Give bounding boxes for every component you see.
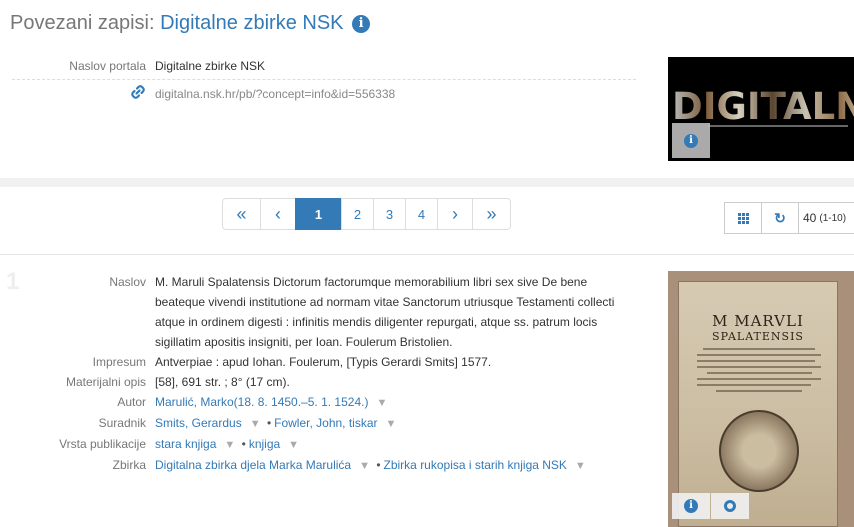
filter-icon[interactable]: ▼	[386, 414, 397, 434]
book-cover-thumbnail[interactable]: M MARVLI SPALATENSIS i	[668, 271, 854, 527]
thumbnail-info-button[interactable]: i	[672, 123, 710, 158]
filter-icon[interactable]: ▼	[575, 456, 586, 476]
last-page-button[interactable]: »	[472, 198, 511, 230]
field-suradnik: Suradnik Smits, Gerardus ▼ • Fowler, John,…	[12, 413, 636, 434]
field-label: Suradnik	[98, 416, 146, 430]
separator: •	[241, 437, 246, 451]
link-icon-cell	[12, 84, 155, 106]
info-icon[interactable]: i	[352, 15, 371, 33]
type-link[interactable]: stara knjiga	[155, 437, 216, 451]
result-toolbar: ↻ 40 (1-10)	[724, 202, 854, 234]
target-icon	[724, 500, 736, 512]
filter-icon[interactable]: ▼	[250, 414, 261, 434]
separator: •	[266, 416, 272, 430]
field-value: Antverpiae : apud Iohan. Foulerum, [Typi…	[155, 355, 492, 369]
divider	[0, 254, 854, 255]
refresh-icon: ↻	[774, 209, 786, 226]
field-label: Naslov	[109, 275, 146, 289]
result-count-value: 40	[803, 211, 817, 225]
field-label: Vrsta publikacije	[59, 437, 146, 451]
info-icon: i	[684, 499, 698, 513]
portal-title-row: Naslov portala Digitalne zbirke NSK	[12, 56, 636, 80]
filter-icon[interactable]: ▼	[288, 435, 299, 455]
page-3-button[interactable]: 3	[373, 198, 406, 230]
filter-icon[interactable]: ▼	[224, 435, 235, 455]
info-icon: i	[684, 133, 698, 148]
digitalna-logo: DIGITALNA	[672, 85, 854, 128]
collection-link[interactable]: Zbirka rukopisa i starih knjiga NSK	[384, 458, 567, 472]
grid-view-button[interactable]	[724, 202, 762, 234]
pagination: « ‹ 1 2 3 4 › »	[222, 198, 511, 230]
field-materijalni-opis: Materijalni opis [58], 691 str. ; 8° (17…	[12, 372, 636, 392]
page-2-button[interactable]: 2	[341, 198, 374, 230]
grid-icon	[737, 212, 749, 224]
digitalna-thumbnail[interactable]: DIGITALNA i	[668, 57, 854, 161]
portal-url[interactable]: digitalna.nsk.hr/pb/?concept=info&id=556…	[155, 84, 636, 106]
record-fields: Naslov M. Maruli Spalatensis Dictorum fa…	[12, 272, 636, 476]
author-link[interactable]: Marulić, Marko(18. 8. 1450.–5. 1. 1524.)	[155, 395, 368, 409]
field-label: Materijalni opis	[65, 375, 146, 389]
field-value: M. Maruli Spalatensis Dictorum factorumq…	[155, 275, 615, 349]
field-vrsta-publikacije: Vrsta publikacije stara knjiga ▼ • knjiga ▼	[12, 434, 636, 455]
contributor-link[interactable]: Smits, Gerardus	[155, 416, 242, 430]
section-divider	[0, 178, 854, 187]
first-page-button[interactable]: «	[222, 198, 261, 230]
cover-view-button[interactable]	[711, 493, 749, 519]
book-text-lines	[697, 348, 821, 396]
type-link[interactable]: knjiga	[249, 437, 280, 451]
prev-page-button[interactable]: ‹	[260, 198, 296, 230]
field-label: Zbirka	[112, 458, 146, 472]
link-icon[interactable]	[130, 85, 146, 103]
portal-title-value: Digitalne zbirke NSK	[155, 59, 266, 73]
info-icon-wrap: i	[684, 499, 698, 513]
field-autor: Autor Marulić, Marko(18. 8. 1450.–5. 1. …	[12, 392, 636, 413]
separator: •	[376, 458, 381, 472]
portal-title-label: Naslov portala	[69, 59, 146, 73]
field-label: Impresum	[92, 355, 146, 369]
contributor-link[interactable]: Fowler, John, tiskar	[274, 416, 377, 430]
book-title-line: M MARVLI	[712, 312, 804, 330]
cover-info-button[interactable]: i	[672, 493, 710, 519]
page-1-button[interactable]: 1	[295, 198, 342, 230]
portal-url-row: digitalna.nsk.hr/pb/?concept=info&id=556…	[12, 84, 636, 106]
next-page-button[interactable]: ›	[437, 198, 473, 230]
field-label: Autor	[117, 395, 146, 409]
result-range: (1-10)	[819, 212, 847, 224]
collection-link[interactable]: Digitalna zbirka djela Marka Marulića	[155, 458, 351, 472]
logo-subline	[708, 125, 848, 127]
page-title: Povezani zapisi: Digitalne zbirke NSK i	[10, 10, 371, 36]
page-title-link[interactable]: Digitalne zbirke NSK	[160, 12, 343, 34]
book-title-line: SPALATENSIS	[712, 330, 804, 343]
field-value: [58], 691 str. ; 8° (17 cm).	[155, 375, 290, 389]
page-title-prefix: Povezani zapisi:	[10, 12, 155, 34]
field-naslov: Naslov M. Maruli Spalatensis Dictorum fa…	[12, 272, 636, 352]
result-count[interactable]: 40 (1-10)	[798, 202, 854, 234]
printer-emblem	[719, 410, 799, 492]
field-impresum: Impresum Antverpiae : apud Iohan. Fouler…	[12, 352, 636, 372]
refresh-button[interactable]: ↻	[761, 202, 799, 234]
field-zbirka: Zbirka Digitalna zbirka djela Marka Maru…	[12, 455, 636, 476]
page-4-button[interactable]: 4	[405, 198, 438, 230]
book-page-image: M MARVLI SPALATENSIS	[678, 281, 838, 527]
filter-icon[interactable]: ▼	[359, 456, 370, 476]
filter-icon[interactable]: ▼	[376, 393, 387, 413]
